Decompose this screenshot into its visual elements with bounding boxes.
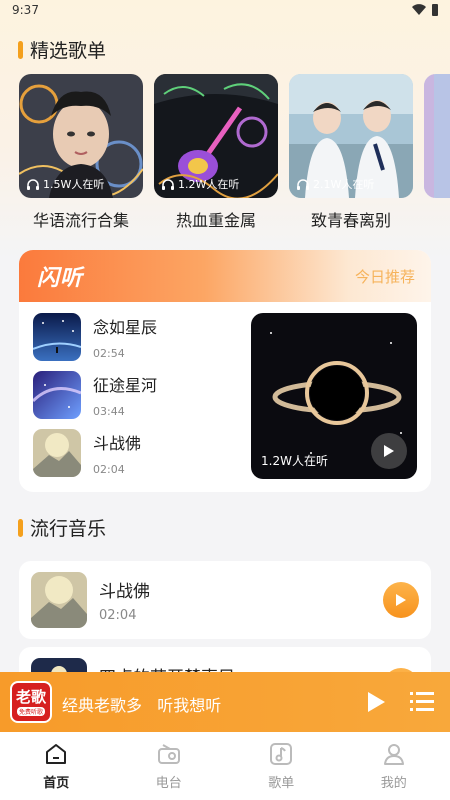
nav-playlist[interactable]: 歌单 (225, 732, 338, 800)
play-icon (384, 445, 394, 457)
status-time: 9:37 (12, 3, 39, 17)
app-logo-text: 老歌 (15, 687, 46, 706)
playlist-listeners-text: 1.5W人在听 (43, 178, 105, 191)
featured-play-button[interactable] (371, 433, 407, 469)
flash-song-item[interactable]: 斗战佛 02:04 (33, 429, 141, 477)
song-thumbnail (33, 313, 81, 361)
headphones-icon (297, 178, 309, 190)
nav-label: 首页 (43, 776, 70, 791)
song-duration: 02:04 (93, 463, 125, 476)
playlist-cover[interactable]: 1.2W人在听 (154, 74, 278, 198)
playlist-name: 热血重金属 (175, 211, 256, 230)
status-bar: 9:37 (0, 0, 450, 22)
battery-icon (432, 4, 438, 16)
song-name: 斗战佛 (93, 434, 142, 453)
playlist-card[interactable]: 1.2W人在听 热血重金属 (154, 74, 278, 231)
pop-song-item[interactable]: 斗战佛 02:04 (19, 561, 431, 639)
playlist-listeners: 1.5W人在听 (27, 176, 104, 192)
playlist-carousel[interactable]: 1.5W人在听 华语流行合集 1.2W人在听 热血重金属 2.1W人在听 致青春… (0, 74, 450, 234)
featured-listeners: 1.2W人在听 (261, 454, 328, 468)
headphones-icon (27, 178, 39, 190)
song-duration: 02:54 (93, 347, 125, 360)
nav-mine[interactable]: 我的 (338, 732, 450, 800)
playlist-menu-icon[interactable] (410, 691, 434, 713)
flash-header: 闪听 今日推荐 (19, 250, 431, 302)
song-name: 斗战佛 (99, 582, 150, 602)
bottom-navigation: 首页 电台 歌单 我的 (0, 732, 450, 800)
home-icon (46, 744, 67, 764)
wifi-icon (412, 4, 426, 16)
song-duration: 03:44 (93, 405, 125, 418)
playlist-listeners: 1.2W人在听 (162, 176, 239, 192)
song-duration: 02:04 (99, 608, 137, 623)
featured-title-text: 精选歌单 (30, 40, 107, 62)
playlist-card[interactable]: 2.1W人在听 致青春离别 (289, 74, 413, 231)
music-note-icon (270, 743, 293, 765)
today-recommend-link[interactable]: 今日推荐 (355, 266, 415, 287)
playlist-listeners-text: 1.2W人在听 (178, 178, 240, 191)
playlist-cover-image (424, 74, 450, 198)
song-thumbnail (33, 429, 81, 477)
headphones-icon (162, 178, 174, 190)
section-accent-bar (18, 518, 23, 537)
featured-section-title: 精选歌单 (18, 36, 106, 63)
playlist-listeners-text: 2.1W人在听 (313, 178, 375, 191)
nav-radio[interactable]: 电台 (113, 732, 226, 800)
song-thumbnail (31, 572, 87, 628)
user-icon (383, 744, 404, 765)
playlist-card-partial[interactable] (424, 74, 450, 198)
flash-listen-card: 闪听 今日推荐 念如星辰 02:54 征途星河 03:44 斗战佛 02:04 … (19, 250, 431, 492)
pop-title-text: 流行音乐 (30, 518, 107, 540)
song-play-button[interactable] (383, 582, 419, 618)
play-icon[interactable] (366, 691, 386, 713)
app-logo: 老歌 免费听歌 (10, 681, 52, 723)
pop-section-title: 流行音乐 (18, 514, 106, 541)
app-logo-subtext: 免费听歌 (16, 706, 45, 716)
flash-song-item[interactable]: 征途星河 03:44 (33, 371, 157, 419)
play-icon (396, 594, 406, 606)
playlist-name: 致青春离别 (310, 211, 391, 230)
mini-player-slogan: 经典老歌多 听我想听 (62, 696, 222, 715)
playlist-cover[interactable]: 2.1W人在听 (289, 74, 413, 198)
flash-featured-cover[interactable]: 1.2W人在听 (251, 313, 417, 479)
playlist-listeners: 2.1W人在听 (297, 176, 374, 192)
flash-song-item[interactable]: 念如星辰 02:54 (33, 313, 157, 361)
mini-player[interactable]: 老歌 免费听歌 经典老歌多 听我想听 (0, 672, 450, 732)
nav-home[interactable]: 首页 (0, 732, 113, 800)
nav-label: 电台 (155, 776, 182, 791)
playlist-cover[interactable] (424, 74, 450, 198)
playlist-cover[interactable]: 1.5W人在听 (19, 74, 143, 198)
section-accent-bar (18, 40, 23, 59)
playlist-name: 华语流行合集 (32, 211, 129, 230)
playlist-card[interactable]: 1.5W人在听 华语流行合集 (19, 74, 143, 231)
status-icons (412, 4, 438, 16)
song-thumbnail (33, 371, 81, 419)
song-name: 念如星辰 (93, 318, 158, 337)
nav-label: 歌单 (268, 776, 295, 791)
song-name: 征途星河 (93, 376, 158, 395)
nav-label: 我的 (380, 776, 407, 791)
radio-icon (157, 744, 180, 764)
flash-title: 闪听 (37, 266, 84, 291)
